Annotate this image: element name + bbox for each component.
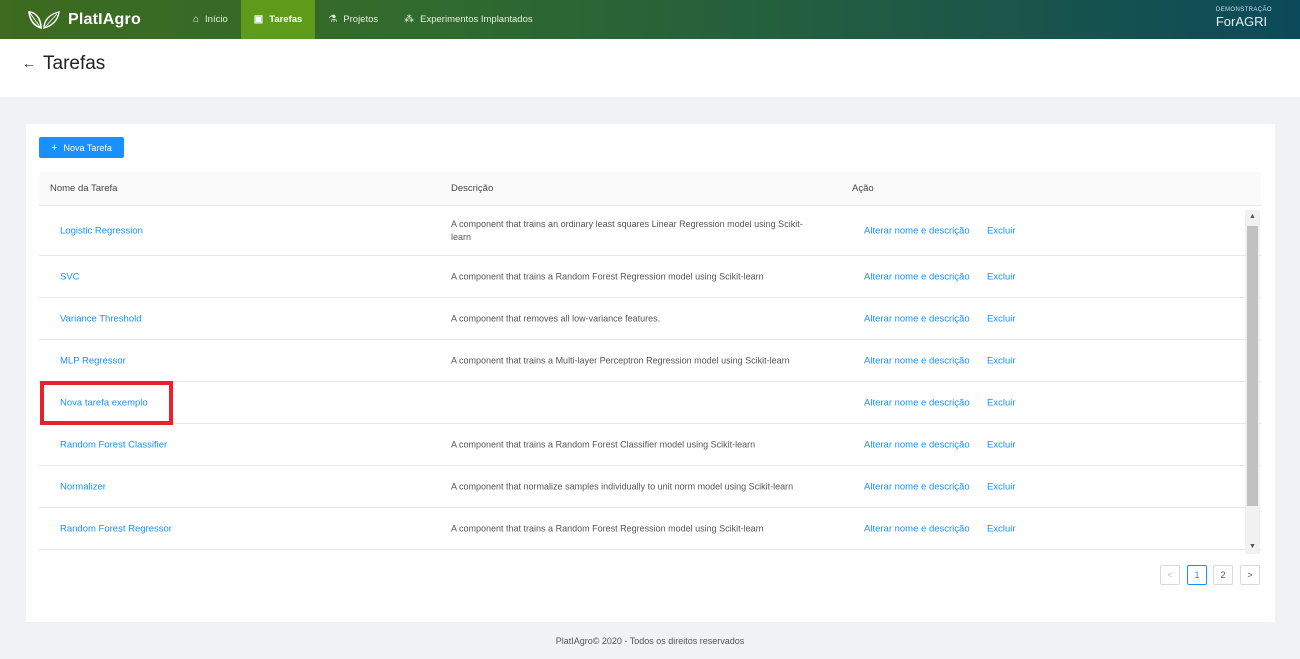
page-number: 2: [1220, 570, 1226, 580]
scroll-down-arrow-icon[interactable]: ▼: [1245, 540, 1260, 554]
nav-item-projetos[interactable]: ⚗ Projetos: [315, 0, 391, 39]
chevron-left-icon: <: [1167, 570, 1173, 580]
top-navigation-bar: PlatIAgro ⌂ Início ▣ Tarefas ⚗ Projetos …: [0, 0, 1300, 39]
delete-link[interactable]: Excluir: [987, 355, 1016, 366]
table-row: Random Forest Classifier A component tha…: [39, 424, 1261, 466]
pagination-page-1[interactable]: 1: [1187, 565, 1207, 585]
table-row: MLP Regressor A component that trains a …: [39, 340, 1261, 382]
new-task-button[interactable]: + Nova Tarefa: [39, 137, 124, 158]
main-nav: ⌂ Início ▣ Tarefas ⚗ Projetos ⁂ Experime…: [180, 0, 546, 39]
edit-name-description-link[interactable]: Alterar nome e descrição: [864, 313, 970, 324]
table-scrollbar[interactable]: ▲ ▼: [1245, 210, 1260, 554]
task-description: A component that trains a Random Forest …: [451, 439, 756, 449]
pagination-next-button[interactable]: >: [1240, 565, 1260, 585]
table-row: Normalizer A component that normalize sa…: [39, 466, 1261, 508]
edit-name-description-link[interactable]: Alterar nome e descrição: [864, 397, 970, 408]
table-header: Nome da Tarefa Descrição Ação: [39, 172, 1261, 206]
brand-name: ForAGRI: [1215, 14, 1268, 29]
column-header-action: Ação: [852, 183, 874, 194]
footer-copyright: PlatIAgro© 2020 - Todos os direitos rese…: [555, 636, 745, 646]
table-row: Nova tarefa exemplo Alterar nome e descr…: [39, 382, 1261, 424]
task-description: A component that removes all low-varianc…: [451, 313, 661, 323]
nav-item-tarefas[interactable]: ▣ Tarefas: [240, 0, 316, 39]
plus-icon: +: [51, 141, 58, 154]
task-description: A component that trains a Multi-layer Pe…: [451, 355, 790, 365]
nav-item-label: Início: [205, 14, 228, 25]
partner-brand: DEMONSTRAÇÃO ForAGRI: [1216, 7, 1272, 29]
task-description: A component that normalize samples indiv…: [451, 481, 794, 491]
table-row: Logistic Regression A component that tra…: [39, 206, 1261, 256]
page-title: Tarefas: [43, 53, 106, 74]
logo[interactable]: PlatIAgro: [26, 9, 180, 31]
tasks-card: + Nova Tarefa Nome da Tarefa Descrição A…: [26, 124, 1275, 622]
delete-link[interactable]: Excluir: [987, 271, 1016, 282]
scrollbar-thumb[interactable]: [1247, 226, 1258, 506]
edit-name-description-link[interactable]: Alterar nome e descrição: [864, 439, 970, 450]
table-row: Variance Threshold A component that remo…: [39, 298, 1261, 340]
task-name-link[interactable]: SVC: [60, 271, 80, 282]
task-name-link[interactable]: MLP Regressor: [60, 355, 126, 366]
task-name-link[interactable]: Nova tarefa exemplo: [60, 397, 148, 408]
delete-link[interactable]: Excluir: [987, 523, 1016, 534]
column-header-description[interactable]: Descrição: [451, 183, 493, 194]
task-name-link[interactable]: Random Forest Regressor: [60, 523, 172, 534]
delete-link[interactable]: Excluir: [987, 313, 1016, 324]
edit-name-description-link[interactable]: Alterar nome e descrição: [864, 481, 970, 492]
table-body[interactable]: Logistic Regression A component that tra…: [39, 206, 1261, 550]
edit-name-description-link[interactable]: Alterar nome e descrição: [864, 523, 970, 534]
task-name-link[interactable]: Logistic Regression: [60, 225, 143, 236]
task-name-link[interactable]: Random Forest Classifier: [60, 439, 167, 450]
edit-name-description-link[interactable]: Alterar nome e descrição: [864, 271, 970, 282]
nav-item-label: Tarefas: [269, 14, 303, 25]
delete-link[interactable]: Excluir: [987, 225, 1016, 236]
home-icon: ⌂: [193, 14, 200, 25]
task-description: A component that trains a Random Forest …: [451, 523, 764, 533]
task-description: A component that trains a Random Forest …: [451, 271, 764, 281]
leaf-logo-icon: [28, 10, 60, 29]
delete-link[interactable]: Excluir: [987, 439, 1016, 450]
brand-caption: DEMONSTRAÇÃO: [1215, 7, 1272, 13]
nav-item-experimentos-implantados[interactable]: ⁂ Experimentos Implantados: [391, 0, 545, 39]
scroll-up-arrow-icon[interactable]: ▲: [1245, 210, 1260, 224]
edit-name-description-link[interactable]: Alterar nome e descrição: [864, 355, 970, 366]
pagination-page-2[interactable]: 2: [1213, 565, 1233, 585]
table-row: Random Forest Regressor A component that…: [39, 508, 1261, 550]
task-name-link[interactable]: Normalizer: [60, 481, 106, 492]
chevron-right-icon: >: [1247, 570, 1253, 580]
task-name-link[interactable]: Variance Threshold: [60, 313, 142, 324]
table-row: SVC A component that trains a Random For…: [39, 256, 1261, 298]
new-task-label: Nova Tarefa: [63, 142, 112, 153]
nav-item-label: Projetos: [343, 14, 379, 25]
flask-icon: ⚗: [328, 14, 338, 25]
page-header: ← Tarefas: [0, 39, 1300, 97]
task-description: A component that trains an ordinary leas…: [451, 218, 803, 242]
nav-item-inicio[interactable]: ⌂ Início: [180, 0, 241, 39]
cluster-icon: ⁂: [404, 14, 415, 25]
pagination-prev-button[interactable]: <: [1160, 565, 1180, 585]
delete-link[interactable]: Excluir: [987, 397, 1016, 408]
nav-item-label: Experimentos Implantados: [420, 14, 533, 25]
image-icon: ▣: [253, 14, 264, 25]
back-arrow-icon[interactable]: ←: [22, 55, 36, 71]
logo-text: PlatIAgro: [68, 10, 141, 28]
edit-name-description-link[interactable]: Alterar nome e descrição: [864, 225, 970, 236]
delete-link[interactable]: Excluir: [987, 481, 1016, 492]
column-header-name[interactable]: Nome da Tarefa: [50, 183, 117, 194]
page-number: 1: [1194, 570, 1200, 580]
